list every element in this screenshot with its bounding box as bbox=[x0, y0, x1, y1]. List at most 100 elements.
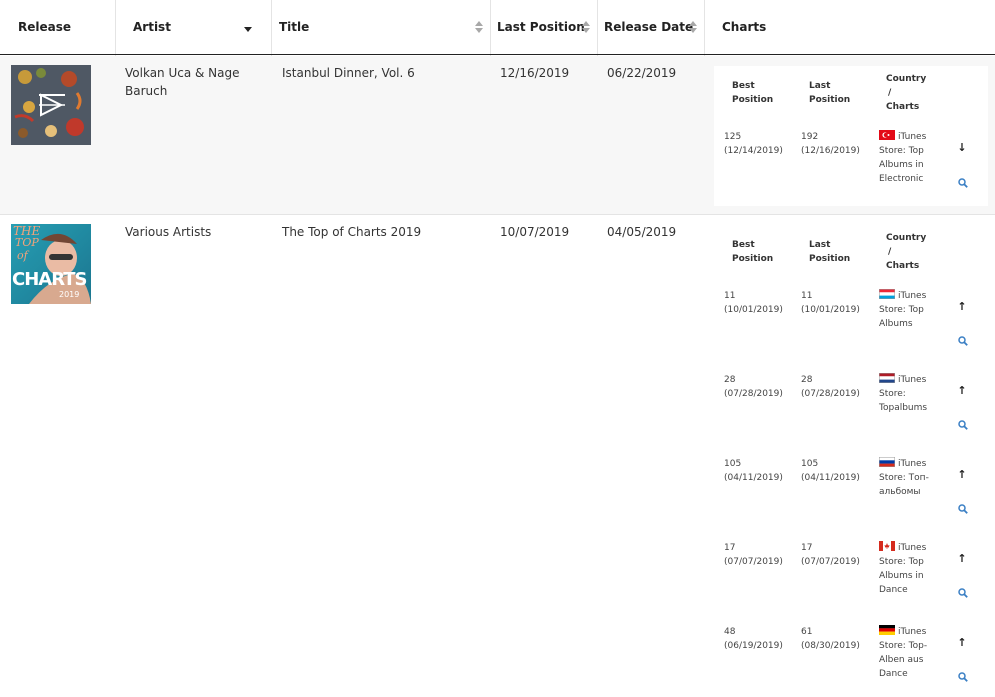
chart-name-line: iTunes bbox=[898, 543, 927, 553]
best-position-date: (07/28/2019) bbox=[724, 389, 783, 399]
charts-head-country: Country bbox=[886, 233, 927, 243]
charts-panel: Best Position Last Position Country / Ch… bbox=[714, 223, 988, 697]
charts-head-best: Best bbox=[732, 240, 755, 250]
charts-head-country: / bbox=[888, 247, 892, 257]
turkey-flag-icon bbox=[879, 130, 895, 140]
last-position-date: (07/07/2019) bbox=[801, 557, 860, 567]
chart-name-line: Albums in bbox=[879, 160, 924, 170]
chart-name-line: Albums in bbox=[879, 571, 924, 581]
chart-name-line: iTunes bbox=[898, 459, 927, 469]
release-title: Istanbul Dinner, Vol. 6 bbox=[282, 66, 415, 80]
chart-name-line: iTunes bbox=[898, 627, 927, 637]
release-date: 06/22/2019 bbox=[607, 66, 677, 80]
spices-cover-image bbox=[11, 65, 91, 145]
arrow-up-icon: ↑ bbox=[957, 552, 967, 565]
release-date: 04/05/2019 bbox=[607, 225, 677, 239]
chart-link[interactable]: iTunes Store: Top- Alben aus Dance bbox=[879, 625, 939, 681]
canada-flag-icon bbox=[879, 541, 895, 551]
header-artist-label: Artist bbox=[133, 20, 171, 34]
table-header: Release Artist Title Last Position Relea… bbox=[0, 0, 995, 55]
last-position-date: (10/01/2019) bbox=[801, 305, 860, 315]
arrow-up-icon: ↑ bbox=[957, 636, 967, 649]
luxembourg-flag-icon bbox=[879, 289, 895, 299]
best-position-date: (04/11/2019) bbox=[724, 473, 783, 483]
last-position: 61 bbox=[801, 627, 813, 637]
best-position: 48 bbox=[724, 627, 736, 637]
chart-name-line: Albums bbox=[879, 319, 913, 329]
charts-head-country: / bbox=[888, 88, 892, 98]
release-title: The Top of Charts 2019 bbox=[282, 225, 422, 239]
last-position: 105 bbox=[801, 459, 819, 469]
charts-head-last: Last bbox=[809, 240, 831, 250]
chart-link[interactable]: iTunes Store: Top Albums bbox=[879, 289, 939, 331]
magnifier-icon[interactable] bbox=[958, 672, 968, 682]
chart-name-line: Store: Top bbox=[879, 305, 924, 315]
header-release-date-label: Release Date bbox=[604, 20, 694, 34]
magnifier-icon[interactable] bbox=[958, 504, 968, 514]
best-position: 125 bbox=[724, 132, 742, 142]
release-cover-art[interactable]: THE TOP of CHARTS 2019 bbox=[11, 224, 91, 304]
artist-name: Various Artists bbox=[125, 225, 212, 239]
sort-icon[interactable] bbox=[582, 21, 590, 33]
chart-name-line: Store: bbox=[879, 389, 906, 399]
sort-icon[interactable] bbox=[689, 21, 697, 33]
chart-link[interactable]: iTunes Store: Top Albums in Dance bbox=[879, 541, 939, 597]
sort-icon[interactable] bbox=[475, 21, 483, 33]
arrow-up-icon: ↑ bbox=[957, 384, 967, 397]
releases-table: Release Artist Title Last Position Relea… bbox=[0, 0, 995, 697]
cover-text-charts: CHARTS bbox=[12, 269, 87, 290]
cover-text-year: 2019 bbox=[59, 290, 80, 299]
best-position-date: (06/19/2019) bbox=[724, 641, 783, 651]
chart-name-line: iTunes bbox=[898, 375, 927, 385]
charts-head-last: Last bbox=[809, 81, 831, 91]
chart-name-line: Topalbums bbox=[879, 403, 928, 413]
magnifier-icon[interactable] bbox=[958, 588, 968, 598]
chart-name-line: iTunes bbox=[898, 132, 927, 142]
arrow-up-icon: ↑ bbox=[957, 300, 967, 313]
chart-name-line: Store: Top bbox=[879, 557, 924, 567]
best-position-date: (10/01/2019) bbox=[724, 305, 783, 315]
chart-name-line: Store: Top bbox=[879, 146, 924, 156]
best-position-date: (07/07/2019) bbox=[724, 557, 783, 567]
last-position-date: (12/16/2019) bbox=[801, 146, 860, 156]
sort-descending-icon[interactable] bbox=[244, 27, 252, 32]
artist-line: Volkan Uca & Nage bbox=[125, 66, 240, 80]
best-position: 105 bbox=[724, 459, 742, 469]
chart-name-line: Dance bbox=[879, 669, 908, 679]
header-release: Release bbox=[18, 20, 72, 34]
last-position-date: (07/28/2019) bbox=[801, 389, 860, 399]
header-last-position-label: Last Position bbox=[497, 20, 585, 34]
best-position: 17 bbox=[724, 543, 736, 553]
magnifier-icon[interactable] bbox=[958, 336, 968, 346]
last-position: 192 bbox=[801, 132, 819, 142]
release-cover-art[interactable] bbox=[11, 65, 91, 145]
magnifier-icon[interactable] bbox=[958, 178, 968, 188]
charts-head-best: Position bbox=[732, 254, 774, 264]
chart-name-line: Dance bbox=[879, 585, 908, 595]
last-position-date: 12/16/2019 bbox=[500, 66, 570, 80]
arrow-down-icon: ↓ bbox=[957, 141, 967, 154]
arrow-up-icon: ↑ bbox=[957, 468, 967, 481]
cover-text-of: of bbox=[17, 249, 28, 262]
chart-name-line: Electronic bbox=[879, 174, 924, 184]
last-position: 17 bbox=[801, 543, 813, 553]
charts-head-country: Country bbox=[886, 74, 927, 84]
chart-name-line: Store: Top- bbox=[879, 641, 928, 651]
chart-name-line: альбомы bbox=[879, 487, 921, 497]
chart-name-line: iTunes bbox=[898, 291, 927, 301]
chart-link[interactable]: iTunes Store: Топ- альбомы bbox=[879, 457, 939, 499]
best-position: 28 bbox=[724, 375, 736, 385]
best-position: 11 bbox=[724, 291, 736, 301]
charts-head-best: Position bbox=[732, 95, 774, 105]
chart-link[interactable]: iTunes Store: Topalbums bbox=[879, 373, 939, 415]
last-position-date: 10/07/2019 bbox=[500, 225, 570, 239]
last-position-date: (08/30/2019) bbox=[801, 641, 860, 651]
chart-link[interactable]: iTunes Store: Top Albums in Electronic bbox=[879, 130, 939, 186]
chart-name-line: Alben aus bbox=[879, 655, 924, 665]
netherlands-flag-icon bbox=[879, 373, 895, 383]
header-title-sortable[interactable]: Title bbox=[279, 0, 489, 54]
magnifier-icon[interactable] bbox=[958, 420, 968, 430]
charts-head-last: Position bbox=[809, 95, 851, 105]
last-position: 11 bbox=[801, 291, 813, 301]
last-position-date: (04/11/2019) bbox=[801, 473, 860, 483]
